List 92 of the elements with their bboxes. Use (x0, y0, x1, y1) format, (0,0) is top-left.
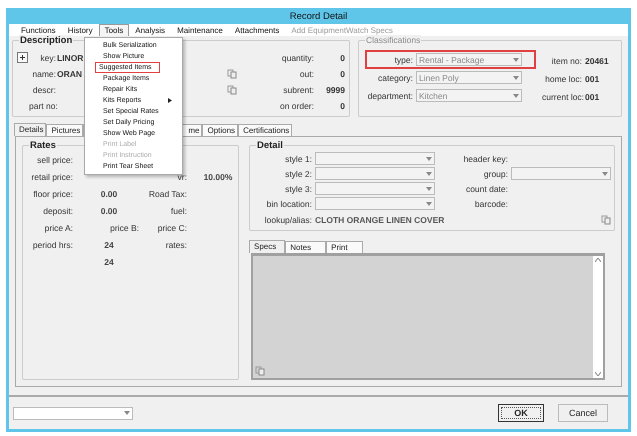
field-label: sell price: (37, 154, 73, 164)
field-label: rates: (166, 240, 187, 250)
field-label: floor price: (33, 188, 73, 198)
tab[interactable]: Specs (249, 240, 286, 253)
expand-icon[interactable] (17, 52, 28, 63)
field-label: descr: (32, 84, 56, 94)
dropdown-caret-icon[interactable] (426, 172, 432, 176)
field-label: key: (39, 52, 56, 62)
copy-icon[interactable] (601, 214, 611, 224)
dialog-button[interactable]: Cancel (558, 404, 608, 422)
field-label: current loc: (542, 92, 582, 102)
field-label: Road Tax: (148, 188, 187, 198)
dropdown-caret-icon[interactable] (124, 411, 130, 415)
window-title: Record Detail (9, 8, 628, 24)
field-label: deposit: (43, 206, 73, 216)
field-label: period hrs: (32, 240, 73, 250)
menu-item[interactable]: Attachments (228, 24, 286, 36)
dropdown-caret-icon[interactable] (513, 58, 519, 62)
field-label: out: (298, 68, 314, 78)
tab[interactable]: Options (202, 124, 238, 136)
field-value: 0 (339, 52, 345, 62)
dropdown-caret-icon[interactable] (426, 156, 432, 160)
field-value: LINOR (57, 52, 84, 62)
field-label: group: (482, 168, 508, 178)
copy-icon[interactable] (255, 366, 265, 376)
field-value: 10.00% (204, 172, 232, 182)
field-label: count date: (464, 184, 508, 194)
dropdown-caret-icon[interactable] (426, 186, 432, 190)
dropdown[interactable] (315, 167, 435, 180)
dialog-button[interactable]: OK (498, 404, 544, 422)
field-label: price C: (158, 222, 187, 232)
menu-item[interactable]: Functions (15, 24, 62, 36)
field-value: 0.00 (100, 188, 118, 198)
dropdown[interactable] (511, 167, 611, 180)
dropdown-caret-icon[interactable] (513, 76, 519, 80)
menu-item[interactable]: Maintenance (171, 24, 229, 36)
dropdown-caret-icon[interactable] (513, 94, 519, 98)
scrollbar[interactable] (593, 256, 603, 378)
field-label: home loc: (544, 74, 582, 84)
tab[interactable]: Details (14, 123, 46, 136)
section-title: Rates (29, 140, 57, 151)
field-label: part no: (29, 100, 56, 110)
menu-item[interactable]: Tools (98, 24, 130, 36)
scroll-up-icon[interactable] (595, 258, 601, 262)
field-label: subrent: (282, 84, 314, 94)
field-label: price A: (44, 222, 73, 232)
field-value: 001 (585, 92, 600, 102)
dropdown-caret-icon[interactable] (602, 172, 608, 176)
field-label: vr: (178, 172, 187, 182)
field-value: 0 (339, 100, 345, 110)
tab[interactable]: Notes (285, 241, 326, 253)
field-label: bin location: (266, 198, 312, 208)
dropdown-caret-icon[interactable] (426, 202, 432, 206)
field-value: 0.00 (100, 206, 118, 216)
dropdown[interactable] (315, 182, 435, 195)
field-value: CLOTH ORANGE LINEN COVER (315, 214, 444, 224)
field-label: retail price: (31, 172, 73, 182)
field-value: 20461 (585, 56, 609, 66)
field-label: header key: (462, 154, 508, 164)
field-label: name: (31, 68, 56, 78)
menu-item[interactable]: Analysis (129, 24, 172, 36)
field-value: 0 (339, 68, 345, 78)
field-label: fuel: (170, 206, 187, 216)
specs-text-area[interactable] (251, 253, 605, 380)
tab[interactable]: Certifications (238, 124, 292, 136)
field-label: category: (377, 72, 413, 82)
dropdown[interactable] (13, 406, 133, 420)
tab[interactable]: Print (326, 241, 363, 253)
field-value: 9999 (325, 84, 345, 94)
field-label: type: (394, 54, 413, 64)
field-label: style 3: (284, 184, 312, 194)
section-title: Classifications (365, 35, 422, 45)
tab[interactable]: Pictures (46, 124, 84, 136)
field-label: price B: (110, 222, 139, 232)
field-value: 24 (104, 256, 114, 266)
section-title: Description (19, 35, 74, 46)
menu-item[interactable]: History (62, 24, 99, 36)
dropdown[interactable] (315, 152, 435, 165)
field-value: ORAN (57, 68, 82, 78)
scroll-down-icon[interactable] (595, 372, 601, 376)
field-label: lookup/alias: (264, 214, 312, 224)
field-label: on order: (278, 100, 314, 110)
field-label: style 1: (284, 154, 312, 164)
field-label: item no: (550, 56, 582, 66)
field-value: 24 (104, 240, 114, 250)
section-title: Detail (256, 140, 284, 151)
dropdown[interactable] (315, 197, 435, 210)
field-label: barcode: (474, 198, 508, 208)
field-label: quantity: (280, 52, 314, 62)
field-label: department: (367, 90, 413, 100)
field-label: style 2: (284, 168, 312, 178)
field-value: 001 (585, 74, 600, 84)
